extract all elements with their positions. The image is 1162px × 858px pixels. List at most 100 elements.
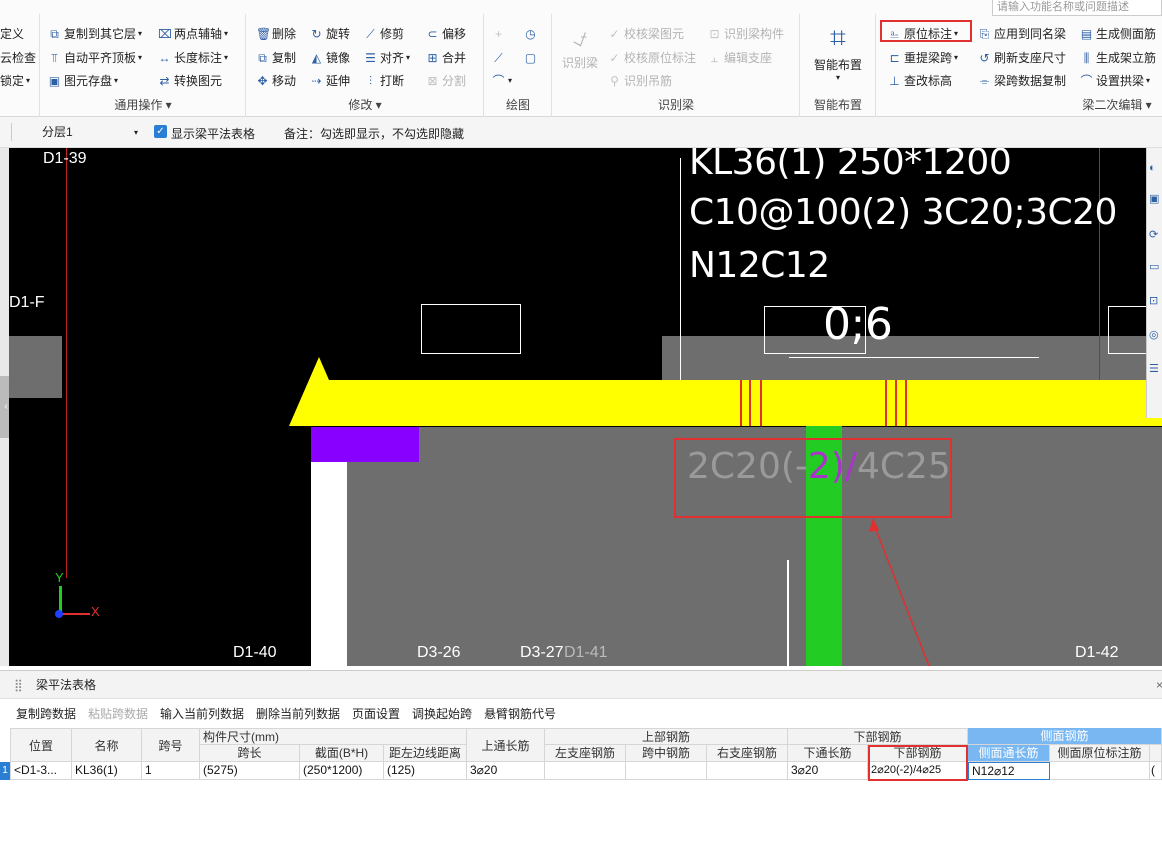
split-button[interactable]: ⊠ 分割: [426, 71, 466, 91]
refresh-support-button[interactable]: ↺ 刷新支座尺寸: [978, 48, 1066, 68]
trim-button[interactable]: ⟋ 修剪: [364, 24, 404, 44]
circle-tool[interactable]: ◷: [524, 24, 540, 44]
cell-name[interactable]: KL36(1): [72, 762, 142, 780]
row-index[interactable]: 1: [0, 762, 10, 780]
dropdown-icon: ▾: [954, 53, 959, 62]
gen-side-rebar-button[interactable]: ▤ 生成侧面筋: [1080, 24, 1156, 44]
recognize-hanger-button[interactable]: ⚲ 识别吊筋: [608, 71, 672, 91]
cell-span-length[interactable]: (5275): [200, 762, 300, 780]
lock-button[interactable]: 锁定 ▾: [0, 71, 30, 91]
arc-tool[interactable]: ⌒ ▾: [492, 71, 512, 91]
check-in-situ-button[interactable]: ✓ 校核原位标注: [608, 48, 696, 68]
layer-select[interactable]: 分层1 ▾: [36, 123, 142, 142]
rotate-view-icon[interactable]: ⟳: [1149, 228, 1158, 241]
rotate-button[interactable]: ↻ 旋转: [310, 24, 350, 44]
check-in-situ-label: 校核原位标注: [624, 51, 697, 65]
left-collapse-pane[interactable]: ‹: [0, 148, 12, 666]
copy-to-other-floor-button[interactable]: ⧉ 复制到其它层 ▾: [48, 24, 142, 44]
group-label: 梁二次编辑 ▾: [1082, 98, 1152, 112]
move-button[interactable]: ✥ 移动: [256, 71, 296, 91]
auto-align-top-button[interactable]: ⫪ 自动平齐顶板 ▾: [48, 48, 142, 68]
copy-span-data-button[interactable]: 复制跨数据: [16, 703, 76, 725]
cell-span-no[interactable]: 1: [142, 762, 200, 780]
cell-edge-distance[interactable]: (125): [384, 762, 467, 780]
convert-element-button[interactable]: ⇄ 转换图元: [158, 71, 222, 91]
check-beam-button[interactable]: ✓ 校核梁图元: [608, 24, 684, 44]
copy-to-floor-label: 复制到其它层: [64, 27, 137, 41]
cell-left-seat[interactable]: [545, 762, 626, 780]
check-icon: ✓: [609, 50, 620, 65]
header-span-no: 跨号: [142, 728, 200, 762]
copy-span-data-button[interactable]: ⌯ 梁跨数据复制: [978, 71, 1066, 91]
group-draw: + ◷ ⟋ ▢ ⌒ ▾ 绘图: [484, 14, 552, 117]
line-tool[interactable]: ⟋: [492, 48, 508, 68]
cell-mid[interactable]: [626, 762, 707, 780]
cloud-check-button[interactable]: 云检查: [0, 48, 36, 68]
merge-button[interactable]: ⊞ 合并: [426, 48, 466, 68]
delete-button[interactable]: 🗑 删除: [256, 24, 296, 44]
header-extra: [1150, 745, 1162, 762]
show-table-checkbox[interactable]: ✓: [154, 125, 167, 138]
align-button[interactable]: ☰ 对齐 ▾: [364, 48, 410, 68]
copy-icon: ⧉: [258, 50, 267, 65]
extend-button[interactable]: ⇢ 延伸: [310, 71, 350, 91]
swap-start-span-button[interactable]: 调换起始跨: [412, 703, 472, 725]
cell-right-seat[interactable]: [707, 762, 788, 780]
set-arch-beam-button[interactable]: ⌒ 设置拱梁 ▾: [1080, 71, 1150, 91]
paste-span-data-button[interactable]: 粘贴跨数据: [88, 703, 148, 725]
group-draw-name: 绘图: [505, 98, 530, 112]
cad-canvas[interactable]: KL36(1) 250*1200 C10@100(2) 3C20;3C20 N1…: [9, 148, 1162, 666]
copy-span-icon: ⌯: [979, 73, 990, 88]
smart-layout-button[interactable]: ⌗ 智能布置 ▾: [806, 20, 870, 90]
cell-position[interactable]: <D1-3...: [10, 762, 72, 780]
cell-extra[interactable]: (: [1150, 762, 1162, 780]
gen-side-rebar-label: 生成侧面筋: [1096, 27, 1157, 41]
delete-column-data-button[interactable]: 删除当前列数据: [256, 703, 340, 725]
zoom-icon[interactable]: ▭: [1149, 260, 1159, 273]
two-point-axis-button[interactable]: ⌧ 两点辅轴 ▾: [158, 24, 228, 44]
close-icon[interactable]: ×: [1156, 671, 1162, 699]
cell-side-through[interactable]: N12⌀12: [968, 762, 1050, 780]
mirror-label: 镜像: [326, 51, 351, 65]
mirror-button[interactable]: ◭ 镜像: [310, 48, 350, 68]
input-column-data-button[interactable]: 输入当前列数据: [160, 703, 244, 725]
layer-view-icon[interactable]: ◎: [1149, 328, 1159, 341]
gen-erection-rebar-button[interactable]: ⫼ 生成架立筋: [1080, 48, 1156, 68]
3d-view-icon[interactable]: ▣: [1149, 192, 1159, 205]
rect-tool[interactable]: ▢: [524, 48, 540, 68]
apply-same-beam-button[interactable]: ⎘ 应用到同名梁: [978, 24, 1066, 44]
re-extract-span-button[interactable]: ⊏ 重提梁跨 ▾: [888, 48, 958, 68]
break-button[interactable]: ⫶ 打断: [364, 71, 404, 91]
edit-support-button[interactable]: ⫠ 编辑支座: [708, 48, 772, 68]
cell-side-in-situ[interactable]: [1050, 762, 1150, 780]
header-top-through: 上通长筋: [467, 728, 545, 762]
drag-handle-icon[interactable]: ⣿: [14, 671, 23, 699]
cell-bottom-through[interactable]: 3⌀20: [788, 762, 868, 780]
define-button[interactable]: 定义: [0, 24, 24, 44]
save-element-button[interactable]: ▣ 图元存盘 ▾: [48, 71, 118, 91]
edit-elevation-button[interactable]: ⊥ 查改标高: [888, 71, 952, 91]
cloud-check-label: 云检查: [0, 51, 37, 65]
align-icon: ☰: [365, 50, 376, 65]
point-tool[interactable]: +: [492, 24, 508, 44]
cell-top-through[interactable]: 3⌀20: [467, 762, 545, 780]
page-setup-button[interactable]: 页面设置: [352, 703, 400, 725]
note-text: 备注：勾选即显示，不勾选即隐藏: [284, 127, 465, 141]
recognize-beam-button[interactable]: ⍻ 识别梁: [562, 20, 598, 82]
cantilever-code-button[interactable]: 悬臂钢筋代号: [484, 703, 556, 725]
rotate-label: 旋转: [326, 27, 351, 41]
group-label: 修改 ▾: [348, 98, 382, 112]
align-label: 对齐: [380, 51, 405, 65]
view-icon[interactable]: ◐: [1149, 162, 1156, 174]
length-dimension-button[interactable]: ↔ 长度标注 ▾: [158, 48, 229, 68]
copy-button[interactable]: ⧉ 复制: [256, 48, 296, 68]
cell-section[interactable]: (250*1200): [300, 762, 384, 780]
offset-button[interactable]: ⊂ 偏移: [426, 24, 466, 44]
recognize-component-button[interactable]: ⊡ 识别梁构件: [708, 24, 784, 44]
dropdown-icon: ▾: [26, 76, 31, 85]
gen-erection-rebar-label: 生成架立筋: [1096, 51, 1157, 65]
list-view-icon[interactable]: ☰: [1149, 362, 1159, 375]
rotate-icon: ↻: [311, 26, 322, 41]
header-mid: 跨中钢筋: [626, 745, 707, 762]
fit-view-icon[interactable]: ⊡: [1149, 294, 1158, 307]
